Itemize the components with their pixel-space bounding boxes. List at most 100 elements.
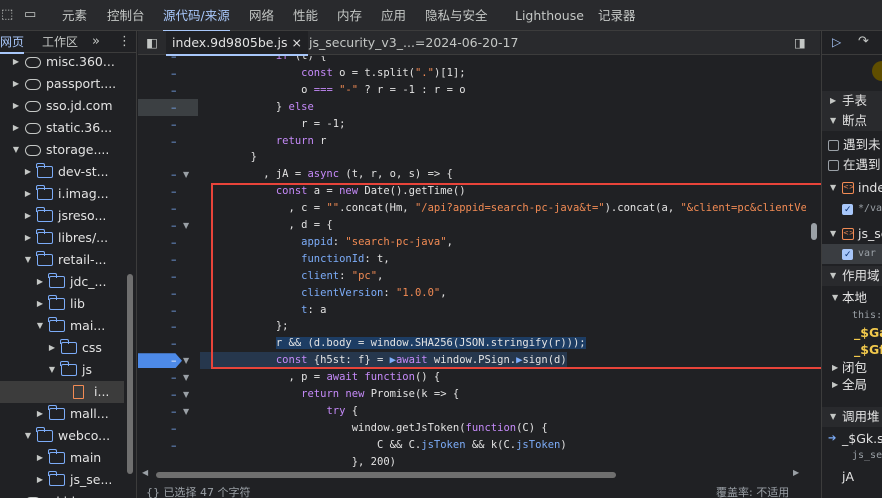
gutter-line[interactable]: – (138, 302, 198, 319)
tree-item[interactable]: ▼ webco... (0, 425, 124, 447)
debugger-row[interactable]: ▼ 本地 (822, 288, 882, 308)
expand-arrow-icon[interactable]: ▶ (35, 293, 45, 315)
tree-item[interactable]: ▶ lib (0, 293, 124, 315)
expand-arrow-icon[interactable]: ▶ (11, 491, 21, 498)
code-content[interactable]: if (t) { const o = t.split(".")[1]; o ==… (200, 56, 806, 486)
scroll-left-icon[interactable]: ◀ (142, 468, 148, 477)
collapse-arrow-icon[interactable]: ▼ (47, 359, 57, 381)
code-line[interactable]: client: "pc", (200, 268, 383, 285)
gutter-line[interactable]: – (138, 268, 198, 285)
code-line[interactable]: , c = "".concat(Hm, "/api?appid=search-p… (200, 200, 807, 217)
code-line[interactable]: const {h5st: f} = ▶await window.PSign.▶s… (200, 352, 567, 370)
collapse-arrow-icon[interactable]: ▼ (23, 249, 33, 271)
top-tab-6[interactable]: 应用 (381, 0, 406, 31)
expand-arrow-icon[interactable]: ▶ (23, 161, 33, 183)
expand-arrow-icon[interactable]: ▶ (35, 403, 45, 425)
gutter-line[interactable]: – (138, 116, 198, 133)
code-line[interactable]: r = -1; (200, 116, 345, 133)
code-line[interactable]: } (200, 149, 257, 166)
tree-item[interactable]: ▶ jsreso... (0, 205, 124, 227)
gutter-line[interactable]: – ▼ (138, 386, 198, 403)
expand-arrow-icon[interactable]: ▶ (11, 73, 21, 95)
gutter-line[interactable]: – (138, 65, 198, 82)
top-tab-8[interactable]: Lighthouse (515, 0, 584, 31)
tree-item[interactable]: ▶ misc.360... (0, 54, 124, 73)
debugger-row[interactable]: js_se (822, 446, 882, 466)
tree-item[interactable]: ▶ sso.jd.com (0, 95, 124, 117)
toggle-debugger-icon[interactable]: ◨ (794, 31, 806, 55)
editor-hscrollbar[interactable]: ◀ ▶ (138, 468, 806, 482)
gutter-line[interactable]: – (138, 251, 198, 268)
collapse-arrow-icon[interactable]: ▼ (11, 139, 21, 161)
gutter-line[interactable]: – (138, 420, 198, 437)
fold-toggle-icon[interactable]: ▼ (183, 386, 189, 403)
tree-item[interactable]: ▼ mai... (0, 315, 124, 337)
top-tab-3[interactable]: 网络 (249, 0, 274, 31)
tree-item[interactable]: i... (0, 381, 124, 403)
code-line[interactable]: , p = await function() { (200, 369, 441, 386)
fold-toggle-icon[interactable]: ▼ (183, 217, 189, 234)
debugger-row[interactable]: _$Gf (822, 340, 882, 360)
collapse-arrow-icon[interactable]: ▼ (35, 315, 45, 337)
code-line[interactable]: window.getJsToken(function(C) { (200, 420, 548, 437)
expand-arrow-icon[interactable]: ▶ (47, 337, 57, 359)
checkbox[interactable] (842, 200, 853, 220)
tree-item[interactable]: ▶ i.imag... (0, 183, 124, 205)
gutter-line[interactable]: – (138, 98, 198, 116)
gutter-line[interactable]: – (138, 133, 198, 150)
code-line[interactable]: r && (d.body = window.SHA256(JSON.string… (200, 335, 586, 352)
expand-arrow-icon[interactable]: ▶ (23, 205, 33, 227)
line-gutter[interactable]: – – – – – – – ▼ – – – ▼ – – – – – – – – ▼ – ▼ – ▼ – ▼ – – (138, 50, 198, 498)
tree-item[interactable]: ▼ retail-... (0, 249, 124, 271)
debugger-row[interactable]: ▼ 作用域 (822, 266, 882, 286)
top-tab-4[interactable]: 性能 (293, 0, 318, 31)
top-tab-2[interactable]: 源代码/来源 (163, 0, 230, 32)
top-tab-0[interactable]: 元素 (62, 0, 87, 31)
debugger-row[interactable]: var (822, 244, 882, 265)
expand-arrow-icon[interactable]: ▶ (23, 183, 33, 205)
code-line[interactable]: C && C.jsToken && k(C.jsToken) (200, 437, 567, 454)
fold-toggle-icon[interactable]: ▼ (183, 403, 189, 420)
code-line[interactable]: const a = new Date().getTime() (200, 183, 466, 200)
gutter-line[interactable]: – (138, 437, 198, 454)
gutter-line[interactable]: – (138, 318, 198, 335)
tree-item[interactable]: ▶ css (0, 337, 124, 359)
code-line[interactable]: , jA = async (t, r, o, s) => { (200, 166, 453, 183)
gutter-line[interactable]: – ▼ (138, 217, 198, 234)
gutter-line[interactable]: – ▼ (138, 403, 198, 420)
debugger-row[interactable]: ▼ <>inde (822, 178, 882, 198)
top-tab-7[interactable]: 隐私与安全 (425, 0, 488, 31)
code-line[interactable]: clientVersion: "1.0.0", (200, 285, 446, 302)
collapse-arrow-icon[interactable]: ▼ (23, 425, 33, 447)
collapse-arrow-icon[interactable]: ▼ (832, 288, 838, 308)
expand-arrow-icon[interactable]: ▶ (11, 95, 21, 117)
gutter-line[interactable]: – (138, 200, 198, 217)
tree-item[interactable]: ▶ main (0, 447, 124, 469)
expand-arrow-icon[interactable]: ▶ (832, 375, 838, 395)
gutter-line[interactable]: – ▼ (138, 166, 198, 183)
checkbox[interactable] (842, 245, 853, 265)
gutter-line[interactable]: – (138, 285, 198, 302)
debugger-row[interactable]: 遇到未 (822, 135, 882, 155)
fold-toggle-icon[interactable]: ▼ (183, 352, 189, 369)
collapse-arrow-icon[interactable]: ▼ (830, 111, 836, 131)
tree-item[interactable]: ▼ storage.... (0, 139, 124, 161)
expand-arrow-icon[interactable]: ▶ (11, 117, 21, 139)
tab-js-security[interactable]: js_security_v3_...=2024-06-20-17 (303, 31, 524, 55)
expand-arrow-icon[interactable]: ▶ (23, 227, 33, 249)
code-line[interactable]: }; (200, 318, 289, 335)
debugger-row[interactable]: jA (822, 467, 882, 487)
tree-item[interactable]: ▶ mall... (0, 403, 124, 425)
debugger-row[interactable]: ▼ 断点 (822, 111, 882, 131)
expand-arrow-icon[interactable]: ▶ (35, 271, 45, 293)
navigator-scrollbar[interactable] (124, 54, 136, 498)
code-line[interactable]: return r (200, 133, 327, 150)
debugger-row[interactable]: 在遇到 (822, 155, 882, 175)
tree-item[interactable]: ▶ dev-st... (0, 161, 124, 183)
tree-item[interactable]: ▶ static.36... (0, 117, 124, 139)
collapse-arrow-icon[interactable]: ▼ (830, 407, 836, 427)
expand-arrow-icon[interactable]: ▶ (35, 469, 45, 491)
expand-arrow-icon[interactable]: ▶ (830, 91, 836, 111)
code-line[interactable]: functionId: t, (200, 251, 390, 268)
inspect-element-icon[interactable]: ⬚ (1, 8, 15, 22)
